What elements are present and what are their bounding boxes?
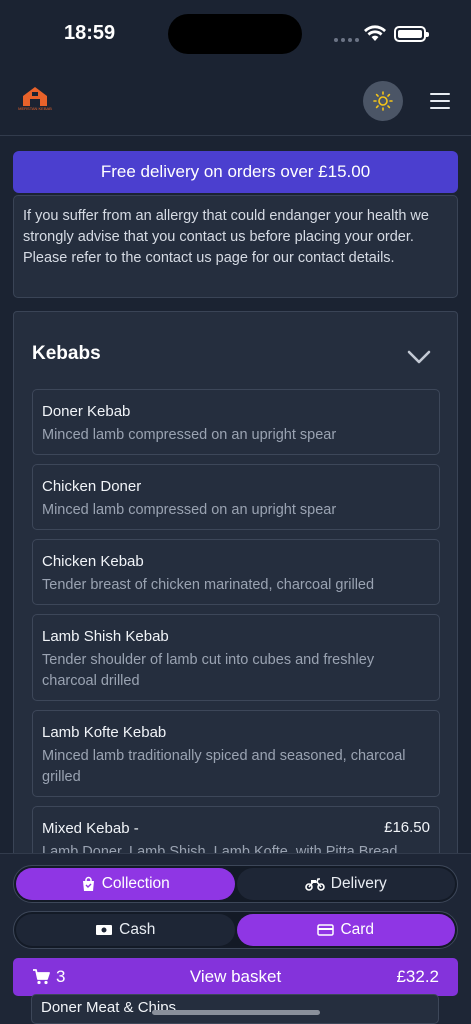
collection-option[interactable]: Collection — [16, 868, 235, 900]
home-indicator[interactable] — [152, 1010, 320, 1015]
basket-count: 3 — [32, 967, 142, 987]
shopping-bag-icon — [82, 876, 94, 891]
dynamic-island — [168, 14, 302, 54]
chevron-down-icon[interactable] — [406, 348, 432, 366]
free-delivery-banner: Free delivery on orders over £15.00 — [13, 151, 458, 193]
menu-item-doner-meat-chips[interactable]: Doner Meat & Chips — [31, 994, 439, 1024]
delivery-label: Delivery — [330, 875, 387, 892]
house-logo-icon — [23, 87, 47, 106]
theme-toggle-button[interactable] — [363, 81, 403, 121]
item-description: Tender breast of chicken marinated, char… — [42, 577, 375, 593]
menu-item-lamb-kofte-kebab[interactable]: Lamb Kofte Kebab Minced lamb traditional… — [32, 710, 440, 797]
cash-icon — [96, 925, 113, 935]
status-bar: 18:59 — [0, 0, 471, 70]
payment-toggle: Cash Card — [13, 911, 458, 949]
basket-total: £32.2 — [396, 967, 439, 986]
item-description: Tender shoulder of lamb cut into cubes a… — [42, 652, 375, 689]
shopping-cart-icon — [33, 969, 50, 985]
item-description: Minced lamb traditionally spiced and sea… — [42, 748, 406, 785]
section-title: Kebabs — [32, 343, 101, 364]
item-description: Minced lamb compressed on an upright spe… — [42, 427, 337, 443]
basket-label: View basket — [189, 967, 282, 986]
card-option[interactable]: Card — [236, 914, 455, 946]
collection-label: Collection — [101, 875, 170, 892]
order-type-toggle: Collection Delivery — [13, 865, 458, 903]
battery-icon — [394, 26, 429, 42]
menu-item-lamb-shish-kebab[interactable]: Lamb Shish Kebab Tender shoulder of lamb… — [32, 614, 440, 701]
menu-item-chicken-kebab[interactable]: Chicken Kebab Tender breast of chicken m… — [32, 539, 440, 605]
wifi-icon — [364, 25, 386, 41]
basket-item-count: 3 — [56, 967, 66, 986]
item-description: Minced lamb compressed on an upright spe… — [42, 502, 337, 518]
item-name: Lamb Kofte Kebab — [42, 724, 167, 741]
menu-item-chicken-doner[interactable]: Chicken Doner Minced lamb compressed on … — [32, 464, 440, 530]
item-price: £16.50 — [384, 819, 430, 836]
logo-text: MERSTAN KEBAB — [18, 106, 52, 111]
delivery-option[interactable]: Delivery — [236, 868, 455, 900]
credit-card-icon — [317, 924, 335, 936]
cash-label: Cash — [119, 921, 156, 938]
restaurant-logo[interactable]: MERSTAN KEBAB — [18, 86, 52, 116]
menu-item-doner-kebab[interactable]: Doner Kebab Minced lamb compressed on an… — [32, 389, 440, 455]
item-name: Mixed Kebab - — [42, 820, 139, 837]
hamburger-menu-icon[interactable] — [428, 90, 452, 112]
allergy-notice: If you suffer from an allergy that could… — [13, 195, 458, 298]
cash-option[interactable]: Cash — [16, 914, 235, 946]
view-basket-button[interactable]: 3 View basket £32.2 — [13, 958, 458, 996]
item-name: Doner Kebab — [42, 403, 131, 420]
card-label: Card — [340, 921, 375, 938]
app-header: MERSTAN KEBAB — [0, 70, 471, 136]
item-name: Chicken Doner — [42, 478, 142, 495]
motorcycle-icon — [304, 878, 325, 891]
sun-icon — [373, 91, 393, 111]
item-name: Chicken Kebab — [42, 553, 144, 570]
item-name: Lamb Shish Kebab — [42, 628, 169, 645]
status-time: 18:59 — [64, 22, 116, 44]
cellular-signal-icon — [334, 38, 359, 42]
